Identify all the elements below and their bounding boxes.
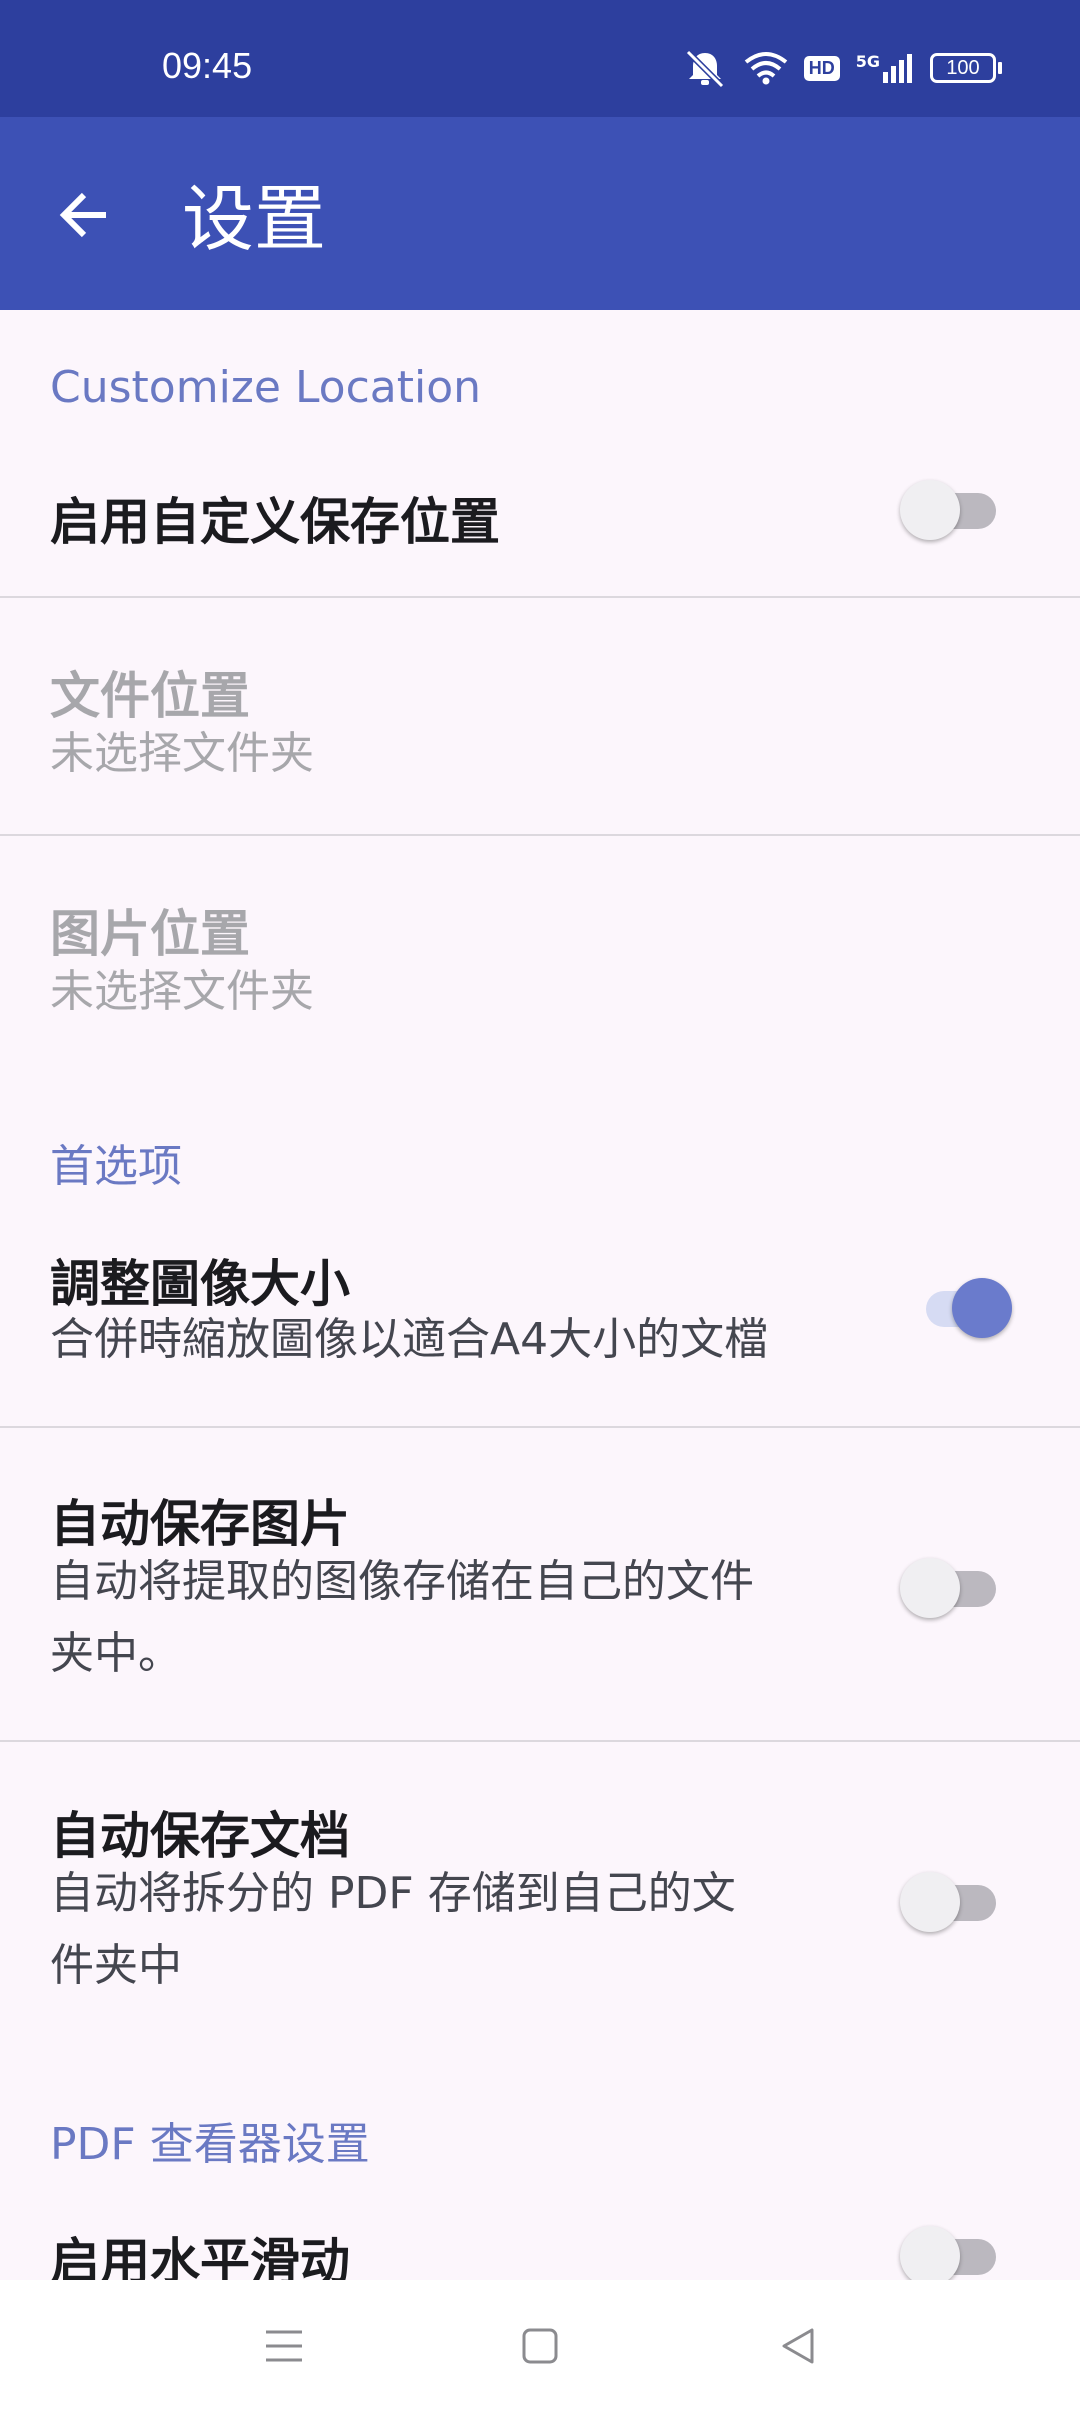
signal-5g-icon: 5G — [856, 52, 914, 84]
section-header-pdf-viewer: PDF 查看器设置 — [50, 2119, 370, 2170]
section-header-customize-location: Customize Location — [50, 362, 482, 413]
auto-save-images-switch[interactable] — [900, 1558, 1000, 1618]
home-button[interactable] — [500, 2306, 580, 2386]
pref-summary: 合併時縮放圖像以適合A4大小的文檔 — [50, 1314, 769, 1365]
hd-icon: HD — [803, 55, 840, 81]
back-button[interactable] — [36, 167, 132, 263]
pref-summary-line2: 件夹中 — [50, 1940, 182, 1991]
status-time: 09:45 — [162, 45, 253, 86]
recents-button[interactable] — [244, 2306, 324, 2386]
pref-summary-line1: 自动将拆分的 PDF 存储到自己的文 — [50, 1868, 736, 1919]
resize-image-switch[interactable] — [916, 1278, 1016, 1338]
settings-list: Customize Location 启用自定义保存位置 文件位置 未选择文件夹… — [0, 310, 1080, 2280]
network-label: 5G — [855, 52, 880, 71]
system-nav-bar — [0, 2280, 1080, 2412]
battery-level: 100 — [930, 53, 996, 83]
enable-custom-location-switch[interactable] — [900, 480, 1000, 540]
pref-summary: 未选择文件夹 — [50, 966, 314, 1017]
menu-icon — [266, 2330, 302, 2362]
divider — [0, 596, 1080, 598]
pref-title: 启用自定义保存位置 — [50, 493, 500, 551]
back-nav-button[interactable] — [758, 2306, 838, 2386]
section-header-preferences: 首选项 — [50, 1141, 182, 1192]
arrow-left-icon — [59, 192, 106, 238]
auto-save-documents-switch[interactable] — [900, 1872, 1000, 1932]
square-icon — [522, 2328, 558, 2364]
battery-icon: 100 — [930, 53, 1002, 83]
divider — [0, 834, 1080, 836]
triangle-back-icon — [782, 2328, 814, 2364]
wifi-icon — [744, 50, 788, 86]
page-title: 设置 — [182, 177, 327, 261]
divider — [0, 1426, 1080, 1428]
app-bar: 设置 — [0, 117, 1080, 310]
horizontal-scroll-switch[interactable] — [900, 2226, 1000, 2280]
pref-summary: 未选择文件夹 — [50, 728, 314, 779]
pref-title: 启用水平滑动 — [50, 2233, 350, 2280]
pref-summary-line2: 夹中。 — [50, 1628, 182, 1679]
pref-summary-line1: 自动将提取的图像存储在自己的文件 — [50, 1556, 754, 1607]
divider — [0, 1740, 1080, 1742]
status-icons: HD 5G 100 — [682, 46, 1002, 90]
status-bar: 09:45 HD 5G 100 — [0, 0, 1080, 117]
mute-icon — [682, 48, 728, 88]
